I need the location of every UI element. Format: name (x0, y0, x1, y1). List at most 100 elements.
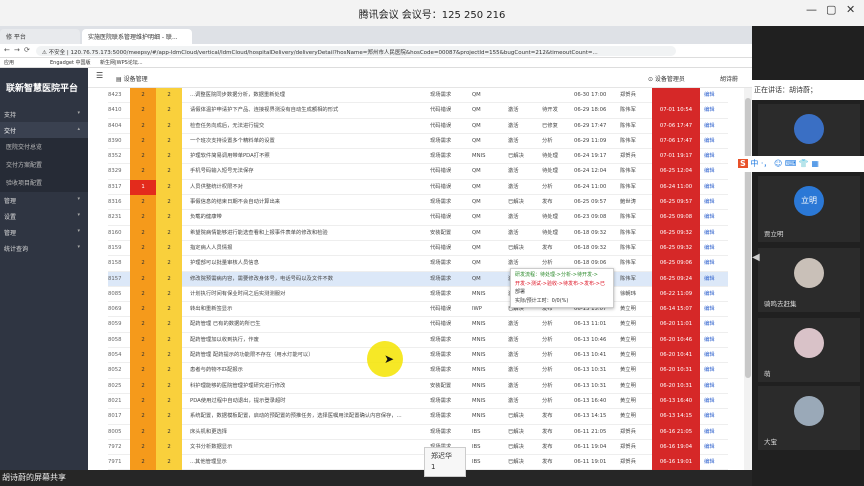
header-section[interactable]: ▤ 设备管理 (116, 74, 148, 83)
participant-tile[interactable]: 大宝 (758, 386, 860, 450)
edit-link[interactable]: 编辑 (704, 149, 724, 164)
user-name[interactable]: 胡诗蔚 (720, 74, 738, 83)
browser-tab-active[interactable]: 实施医院联系管理维护明细 - 联... (82, 29, 192, 44)
edit-link[interactable]: 编辑 (704, 134, 724, 149)
collapse-panel-icon[interactable]: ◀ (752, 252, 760, 263)
row-description[interactable]: 系统配置，数据模板配置，启动的预配置的预推任务，选择医嘱用法配置确认内容保存，.… (190, 409, 426, 424)
bookmark-item[interactable]: 新生网|WPS论坛... (100, 59, 143, 66)
participant-tile[interactable]: 萌 (758, 318, 860, 382)
row-description[interactable]: 事假信息的结束日期不会自动计算出来 (190, 195, 426, 210)
table-row[interactable]: 8316 2 2 事假信息的结束日期不会自动计算出来 现场需求 QM 已解决 发布 06-25 … (108, 195, 728, 211)
edit-link[interactable]: 编辑 (704, 256, 724, 271)
sidebar-item[interactable]: 验收项目配置 (0, 174, 88, 192)
edit-link[interactable]: 编辑 (704, 302, 724, 317)
sidebar-item[interactable]: 统计查询 ▾ (0, 240, 88, 256)
edit-link[interactable]: 编辑 (704, 379, 724, 394)
row-description[interactable]: 配药管理 已有的数据的所已生 (190, 317, 426, 332)
sidebar-item[interactable]: 交付方案配置 (0, 156, 88, 174)
table-row[interactable]: 8159 2 2 指定病人人员情报 代码错误 QM 已解决 发布 06-18 09:32 陈伟军 0… (108, 240, 728, 257)
edit-link[interactable]: 编辑 (704, 394, 724, 409)
device-admin-label[interactable]: ⊙ 设备管理员 (648, 74, 685, 83)
row-description[interactable]: 负载的健康带 (190, 210, 426, 225)
edit-link[interactable]: 编辑 (704, 425, 724, 440)
table-row[interactable]: 8158 2 2 护理部可以批量审核人员信息 现场需求 QM 激活 分析 06-18 09:06… (108, 256, 728, 272)
url-input[interactable]: ⚠ 不安全 | 120.76.75.173:5000/meepsy/#/app-… (36, 46, 676, 56)
edit-link[interactable]: 编辑 (704, 164, 724, 179)
table-row[interactable]: 8410 2 2 请假体温护申请护下产品、连接视界测没有自动生成额相的形式 代码错误 QM… (108, 103, 728, 119)
table-row[interactable]: 8052 2 2 患者与药物不匹配报示 现场需求 MNIS 激活 分析 06-13 10:31 黄… (108, 363, 728, 379)
table-row[interactable]: 8329 2 2 手机号码输入短号无法保存 代码错误 QM 激活 待处理 06-24 12:04… (108, 164, 728, 180)
edit-link[interactable]: 编辑 (704, 440, 724, 455)
row-description[interactable]: 转出和重新签显示 (190, 302, 426, 317)
table-row[interactable]: 8231 2 2 负载的健康带 代码错误 QM 激活 待处理 06-23 09:08 陈伟军 06-… (108, 210, 728, 226)
edit-link[interactable]: 编辑 (704, 455, 724, 470)
bookmark-item[interactable]: 应用 (4, 59, 14, 66)
minimize-button[interactable]: — (806, 3, 817, 16)
row-description[interactable]: 护理软件简易调用带单PDA打不照 (190, 149, 426, 164)
forward-icon[interactable]: → (14, 46, 20, 54)
row-description[interactable]: 计划执行时间有保业时间之后实测测服对 (190, 287, 426, 302)
participant-tile[interactable]: 骑鸣去赶集 (758, 248, 860, 312)
table-row[interactable]: 8017 2 2 系统配置，数据模板配置，启动的预配置的预推任务，选择医嘱用法配置确认… (108, 409, 728, 425)
table-row[interactable]: 8423 2 2 ...调整医院同步数据分析，数据重新处理 现场需求 QM 06-30 17… (108, 88, 728, 104)
table-row[interactable]: 8352 2 2 护理软件简易调用带单PDA打不照 现场需求 MNIS 已解决 待处理 06-2… (108, 149, 728, 165)
row-description[interactable]: ...其他管理显示 (190, 455, 426, 470)
sidebar-item[interactable]: 交付 ▴ (0, 122, 88, 138)
row-description[interactable]: 床头机和更选择 (190, 425, 426, 440)
table-row[interactable]: 797222文书分析数据显示现场需求IBS已解决发布06-11 19:04郑贺兵… (108, 439, 728, 456)
row-description[interactable]: 一个班次支持设置多个精料单的设置 (190, 134, 426, 149)
page-scrollbar[interactable] (744, 88, 752, 486)
row-description[interactable]: 希望院病情能够进行能选查看和上报事件表单的修改和检验 (190, 226, 426, 241)
close-button[interactable]: ✕ (846, 3, 855, 16)
sidebar-item[interactable]: 支持 ▾ (0, 106, 88, 122)
row-description[interactable]: ...调整医院同步数据分析，数据重新处理 (190, 88, 426, 103)
edit-link[interactable]: 编辑 (704, 119, 724, 134)
sidebar-item[interactable]: 医院交付总览 (0, 138, 88, 156)
row-description[interactable]: 护理部可以批量审核人员信息 (190, 256, 426, 271)
edit-link[interactable]: 编辑 (704, 287, 724, 302)
table-row[interactable]: 8404 2 2 检查任务向成后，无法进行提交 代码错误 QM 激活 已修复 06-29 17:… (108, 118, 728, 134)
table-row[interactable]: 8021 2 2 PDA使用过程中自动退出，提示登录超时 现场需求 MNIS 激活 分析 06-… (108, 393, 728, 410)
row-description[interactable]: 人员供整统计权限不对 (190, 180, 426, 195)
table-row[interactable]: 8005 2 2 床头机和更选择 现场需求 IBS 已解决 发布 06-11 21:05 郑贺兵 0… (108, 424, 728, 440)
sidebar-item[interactable]: 管理 ▾ (0, 224, 88, 240)
edit-link[interactable]: 编辑 (704, 195, 724, 210)
table-row[interactable]: 8054 2 2 配药管理 配药提示的功能限不存在（用水灯能可以） 现场需求 MNIS 激活… (108, 348, 728, 364)
edit-link[interactable]: 编辑 (704, 348, 724, 363)
back-icon[interactable]: ← (4, 46, 10, 54)
edit-link[interactable]: 编辑 (704, 226, 724, 241)
table-row[interactable]: 8069 2 2 转出和重新签显示 代码错误 IWP 已解决 发布 06-13 15:07 黄立明… (108, 302, 728, 318)
menu-toggle-icon[interactable]: ☰ (96, 71, 103, 80)
table-row[interactable]: 8317 1 2 人员供整统计权限不对 代码错误 QM 激活 分析 06-24 11:00 陈伟军… (108, 179, 728, 196)
row-description[interactable]: 指定病人人员情报 (190, 241, 426, 256)
ime-options[interactable]: 中 ·， ☺ ⌨ 👕 ▦ (750, 159, 819, 168)
participant-tile[interactable]: 立明 贾立明 (758, 176, 860, 242)
scrollbar-thumb[interactable] (745, 98, 751, 378)
row-description[interactable]: 文书分析数据显示 (190, 440, 426, 455)
edit-link[interactable]: 编辑 (704, 241, 724, 256)
sogou-logo-icon[interactable]: S (738, 159, 748, 168)
edit-link[interactable]: 编辑 (704, 363, 724, 378)
edit-link[interactable]: 编辑 (704, 88, 724, 103)
row-description[interactable]: 请假体温护申请护下产品、连接视界测没有自动生成额相的形式 (190, 103, 426, 118)
row-description[interactable]: 检查任务向成后，无法进行提交 (190, 119, 426, 134)
table-row[interactable]: 8160 2 2 希望院病情能够进行能选查看和上报事件表单的修改和检验 安装配置 QM 激活… (108, 225, 728, 241)
sidebar-item[interactable]: 管理 ▾ (0, 192, 88, 208)
edit-link[interactable]: 编辑 (704, 272, 724, 287)
maximize-button[interactable]: ▢ (826, 3, 836, 16)
edit-link[interactable]: 编辑 (704, 333, 724, 348)
edit-link[interactable]: 编辑 (704, 103, 724, 118)
table-row[interactable]: 8025 2 2 科护理能够的医院管理护理研究进行修改 安装配置 MNIS 激活 分析 06-1… (108, 378, 728, 394)
row-description[interactable]: 修改院预需病内容，需要修改身体号，电话号码以及文件不数 (190, 272, 426, 287)
table-row[interactable]: 8058 2 2 配药管理加以收到执行，作废 现场需求 MNIS 激活 分析 06-13 10:… (108, 332, 728, 349)
table-row[interactable]: 808522计划执行时间有保业时间之后实测测服对现场需求MNIS激活待处理06-… (108, 286, 728, 303)
bookmark-item[interactable]: Engadget 中国版 (50, 59, 91, 66)
edit-link[interactable]: 编辑 (704, 180, 724, 195)
row-description[interactable]: PDA使用过程中自动退出，提示登录超时 (190, 394, 426, 409)
table-row[interactable]: 8059 2 2 配药管理 已有的数据的所已生 代码错误 MNIS 激活 分析 06-13 11… (108, 317, 728, 333)
edit-link[interactable]: 编辑 (704, 210, 724, 225)
sidebar-item[interactable]: 设置 ▾ (0, 208, 88, 224)
row-description[interactable]: 科护理能够的医院管理护理研究进行修改 (190, 379, 426, 394)
row-description[interactable]: 手机号码输入短号无法保存 (190, 164, 426, 179)
reload-icon[interactable]: ⟳ (24, 46, 30, 54)
